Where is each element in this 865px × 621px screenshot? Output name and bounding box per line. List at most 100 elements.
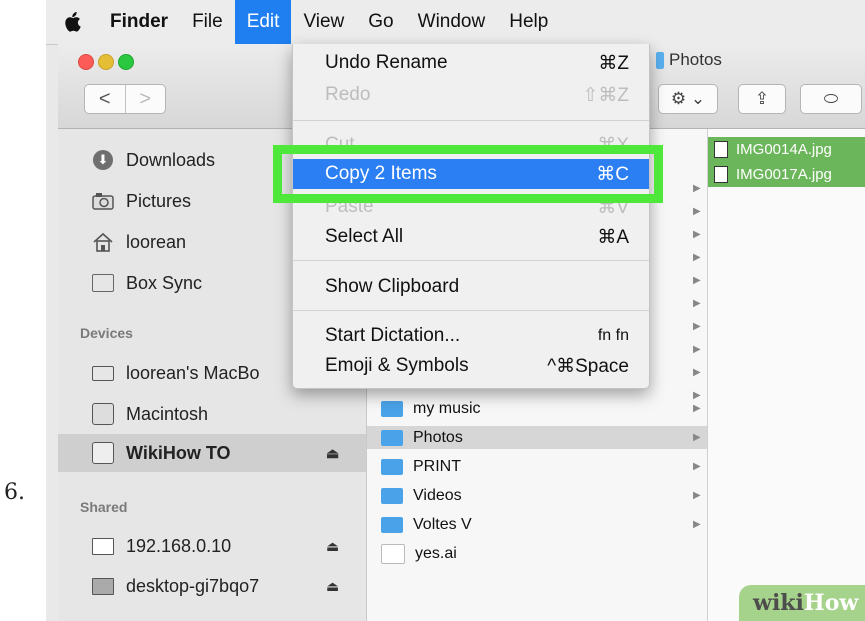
download-icon: ⬇ — [92, 149, 114, 171]
menu-edit[interactable]: Edit — [234, 0, 292, 44]
edit-menu: Undo Rename ⌘Z Redo ⇧⌘Z Cut ⌘X Copy 2 It… — [292, 44, 650, 389]
menu-item-emoji-symbols[interactable]: Emoji & Symbols ^⌘Space — [293, 351, 649, 381]
folder-icon — [381, 487, 403, 504]
drive-icon — [92, 442, 114, 464]
sidebar-item-label: loorean — [126, 231, 187, 252]
folder-icon — [92, 272, 114, 294]
close-window-button[interactable] — [78, 54, 94, 70]
menu-separator — [293, 310, 649, 311]
laptop-icon — [92, 362, 114, 384]
list-item[interactable]: Voltes V ▶ — [367, 513, 707, 536]
sidebar-item-desktop-gi7bqo7[interactable]: desktop-gi7bqo7 ⏏ — [58, 567, 366, 605]
disclosure-arrow-icon: ▶ — [693, 298, 701, 309]
image-file-icon — [714, 166, 728, 183]
list-item[interactable]: yes.ai — [367, 542, 707, 565]
menu-go[interactable]: Go — [356, 0, 405, 44]
back-button[interactable]: < — [85, 85, 125, 113]
disclosure-arrow-icon: ▶ — [693, 432, 701, 443]
file-item-selected[interactable]: IMG0014A.jpg — [708, 137, 865, 162]
sidebar-item-label: Pictures — [126, 190, 192, 211]
disclosure-arrow-icon: ▶ — [693, 490, 701, 501]
disclosure-arrow-icon: ▶ — [693, 183, 701, 194]
disclosure-arrow-icon: ▶ — [693, 321, 701, 332]
list-item[interactable]: Videos ▶ — [367, 484, 707, 507]
menu-finder[interactable]: Finder — [98, 0, 180, 44]
sidebar-item-192-168-0-10[interactable]: 192.168.0.10 ⏏ — [58, 527, 366, 565]
eject-icon[interactable]: ⏏ — [326, 445, 339, 462]
list-item-selected[interactable]: Photos ▶ — [367, 426, 707, 449]
disclosure-arrow-icon: ▶ — [693, 367, 701, 378]
nav-buttons: < > — [84, 84, 166, 114]
tag-button[interactable]: ⬭ — [800, 84, 862, 114]
menu-item-select-all[interactable]: Select All ⌘A — [293, 222, 649, 252]
drive-icon — [92, 403, 114, 425]
sidebar-item-label: desktop-gi7bqo7 — [126, 575, 260, 596]
sidebar-section-devices: Devices — [80, 325, 133, 341]
share-button[interactable]: ⇪ — [738, 84, 786, 114]
menu-window[interactable]: Window — [406, 0, 498, 44]
wikihow-watermark: wiki How — [739, 585, 865, 621]
sidebar-item-macintosh[interactable]: Macintosh — [58, 395, 366, 433]
sidebar-item-label: 192.168.0.10 — [126, 535, 232, 556]
disclosure-arrow-icon: ▶ — [693, 461, 701, 472]
menu-separator — [293, 260, 649, 261]
item-label: my music — [413, 399, 481, 417]
item-label: PRINT — [413, 457, 461, 475]
monitor-icon — [92, 535, 114, 557]
camera-icon — [92, 190, 114, 212]
home-icon — [92, 231, 114, 253]
sidebar-item-label: Box Sync — [126, 272, 203, 293]
menu-item-redo[interactable]: Redo ⇧⌘Z — [293, 80, 649, 110]
sidebar-item-wikihow-to[interactable]: WikiHow TO ⏏ — [58, 434, 366, 472]
sidebar-item-label: Macintosh — [126, 403, 209, 424]
mac-screen: Finder File Edit View Go Window Help Pho… — [46, 0, 865, 621]
item-label: yes.ai — [415, 544, 457, 562]
apple-icon — [65, 12, 81, 32]
sidebar-item-label: loorean's MacBo — [126, 362, 260, 383]
list-item[interactable]: PRINT ▶ — [367, 455, 707, 478]
item-label: Voltes V — [413, 515, 472, 533]
zoom-window-button[interactable] — [118, 54, 134, 70]
action-button[interactable]: ⚙ ⌄ — [658, 84, 718, 114]
file-label: IMG0017A.jpg — [736, 166, 832, 183]
item-label: Videos — [413, 486, 462, 504]
folder-icon — [381, 516, 403, 533]
menu-item-show-clipboard[interactable]: Show Clipboard — [293, 272, 649, 302]
folder-icon — [381, 400, 403, 417]
eject-icon[interactable]: ⏏ — [326, 538, 339, 555]
forward-button[interactable]: > — [124, 85, 166, 113]
sidebar-item-label: Downloads — [126, 149, 216, 170]
menu-item-undo-rename[interactable]: Undo Rename ⌘Z — [293, 48, 649, 78]
minimize-window-button[interactable] — [98, 54, 114, 70]
sidebar-item-label: WikiHow TO — [126, 442, 231, 463]
monitor-icon — [92, 575, 114, 597]
menu-file[interactable]: File — [180, 0, 235, 44]
folder-icon — [656, 51, 664, 69]
window-title: Photos — [656, 50, 722, 70]
highlight-callout — [273, 145, 663, 203]
file-item-selected[interactable]: IMG0017A.jpg — [708, 162, 865, 187]
apple-menu[interactable] — [46, 0, 98, 44]
file-label: IMG0014A.jpg — [736, 141, 832, 158]
menu-view[interactable]: View — [291, 0, 356, 44]
menu-help[interactable]: Help — [497, 0, 560, 44]
disclosure-arrow-icon: ▶ — [693, 275, 701, 286]
step-number: 6. — [4, 480, 25, 505]
disclosure-arrow-icon: ▶ — [693, 229, 701, 240]
document-icon — [381, 543, 405, 564]
menu-separator — [293, 120, 649, 121]
file-column: IMG0014A.jpg IMG0017A.jpg — [708, 129, 865, 621]
eject-icon[interactable]: ⏏ — [326, 578, 339, 595]
list-item[interactable]: my music ▶ — [367, 397, 707, 420]
image-file-icon — [714, 141, 728, 158]
folder-icon — [381, 458, 403, 475]
menu-bar: Finder File Edit View Go Window Help — [46, 0, 865, 45]
disclosure-arrow-icon: ▶ — [693, 344, 701, 355]
window-title-text: Photos — [669, 50, 722, 69]
disclosure-arrow-icon: ▶ — [693, 252, 701, 263]
disclosure-arrow-icon: ▶ — [693, 206, 701, 217]
sidebar-section-shared: Shared — [80, 499, 128, 515]
folder-icon — [381, 429, 403, 446]
menu-item-start-dictation[interactable]: Start Dictation... fn fn — [293, 321, 649, 351]
disclosure-arrow-icon: ▶ — [693, 519, 701, 530]
